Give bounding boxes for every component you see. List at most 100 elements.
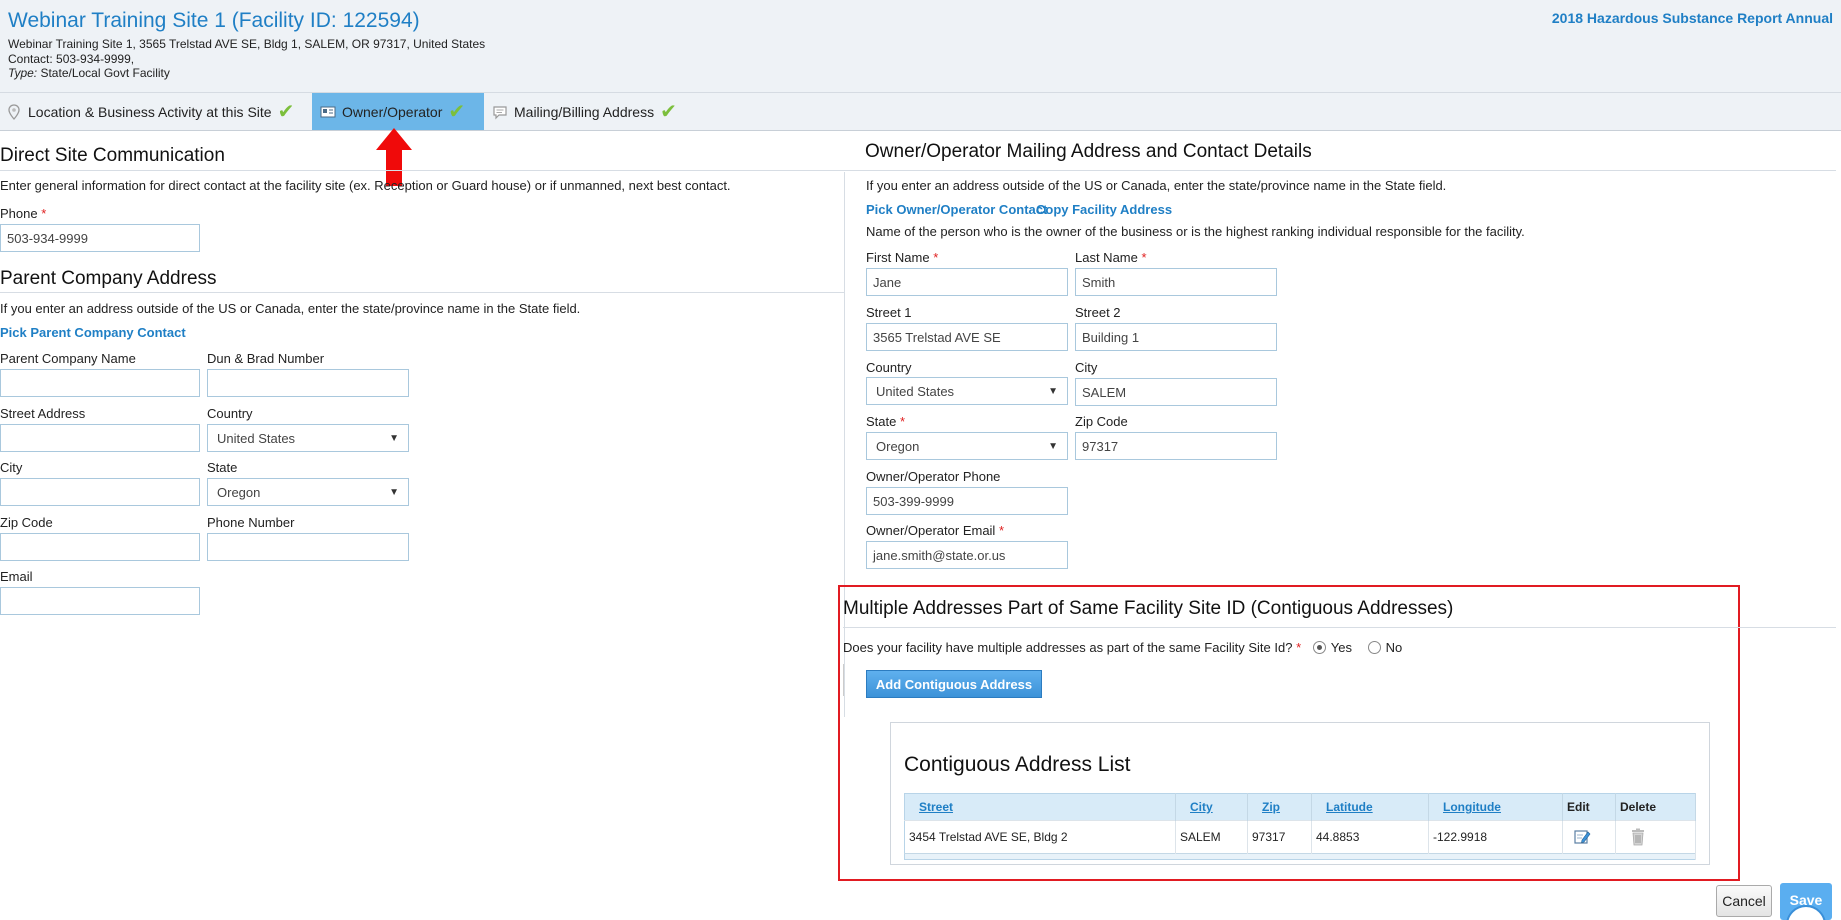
yes-radio[interactable] [1312, 641, 1326, 654]
direct-phone-input[interactable]: 503-934-9999 [0, 224, 200, 252]
no-label: No [1385, 640, 1403, 655]
parent-country-select[interactable]: United States ▼ [207, 424, 409, 452]
facility-title: Webinar Training Site 1 (Facility ID: 12… [8, 9, 420, 32]
check-icon: ✔ [277, 100, 295, 123]
parent-name-input[interactable] [0, 369, 200, 397]
caret-down-icon: ▼ [1048, 385, 1058, 397]
first-name-input[interactable]: Jane [866, 268, 1068, 296]
parent-city-label: City [0, 460, 23, 475]
owner-zip-input[interactable]: 97317 [1075, 432, 1277, 460]
cell-street: 3454 Trelstad AVE SE, Bldg 2 [904, 820, 1176, 854]
type-line: Type: State/Local Govt Facility [8, 66, 485, 81]
column-edit: Edit [1562, 793, 1616, 821]
street2-label: Street 2 [1075, 305, 1121, 320]
save-label: Save [1789, 891, 1823, 908]
id-card-icon [320, 106, 336, 117]
divider [844, 170, 1836, 171]
direct-site-title: Direct Site Communication [0, 145, 225, 166]
contiguous-list-title: Contiguous Address List [904, 753, 1131, 776]
facility-address: Webinar Training Site 1, 3565 Trelstad A… [8, 37, 485, 81]
copy-facility-address-link[interactable]: Copy Facility Address [1036, 202, 1172, 217]
caret-down-icon: ▼ [1048, 440, 1058, 452]
tab-label: Location & Business Activity at this Sit… [28, 103, 272, 120]
direct-site-note: Enter general information for direct con… [0, 178, 731, 193]
section-tabs: Location & Business Activity at this Sit… [0, 93, 1841, 131]
parent-state-select[interactable]: Oregon ▼ [207, 478, 409, 506]
pick-owner-contact-link[interactable]: Pick Owner/Operator Contact [866, 202, 1047, 217]
first-name-label: First Name * [866, 250, 939, 265]
cell-edit [1562, 820, 1616, 854]
owner-zip-label: Zip Code [1075, 414, 1128, 429]
parent-country-label: Country [207, 406, 253, 421]
owner-country-select[interactable]: United States ▼ [866, 377, 1068, 405]
selected-value: United States [217, 430, 296, 446]
column-latitude[interactable]: Latitude [1311, 793, 1429, 821]
owner-phone-input[interactable]: 503-399-9999 [866, 487, 1068, 515]
parent-state-label: State [207, 460, 238, 475]
column-street[interactable]: Street [904, 793, 1176, 821]
contiguous-question-row: Does your facility have multiple address… [843, 640, 1403, 655]
owner-city-input[interactable]: SALEM [1075, 378, 1277, 406]
edit-icon[interactable] [1573, 828, 1591, 846]
column-longitude[interactable]: Longitude [1428, 793, 1563, 821]
parent-email-label: Email [0, 569, 33, 584]
street-address-label: Street Address [0, 406, 86, 421]
street1-input[interactable]: 3565 Trelstad AVE SE [866, 323, 1068, 351]
dun-input[interactable] [207, 369, 409, 397]
type-value: State/Local Govt Facility [40, 66, 170, 80]
tab-mailing-billing[interactable]: Mailing/Billing Address ✔ [492, 93, 677, 130]
selected-value: Oregon [876, 438, 920, 454]
facility-header: Webinar Training Site 1 (Facility ID: 12… [0, 0, 1841, 93]
parent-zip-input[interactable] [0, 533, 200, 561]
column-zip[interactable]: Zip [1247, 793, 1312, 821]
parent-city-input[interactable] [0, 478, 200, 506]
divider [0, 292, 844, 293]
cancel-button[interactable]: Cancel [1716, 885, 1772, 917]
owner-phone-label: Owner/Operator Phone [866, 469, 1001, 484]
yes-label: Yes [1330, 640, 1352, 655]
type-label: Type: [8, 66, 38, 80]
owner-country-label: Country [866, 360, 912, 375]
tab-location-business[interactable]: Location & Business Activity at this Sit… [6, 93, 294, 130]
parent-company-title: Parent Company Address [0, 268, 217, 289]
address-line: Webinar Training Site 1, 3565 Trelstad A… [8, 37, 486, 51]
parent-email-input[interactable] [0, 587, 200, 615]
divider [843, 627, 1836, 628]
parent-phone-input[interactable] [207, 533, 409, 561]
column-delete: Delete [1615, 793, 1696, 821]
table-footer [904, 853, 1696, 860]
parent-phone-label: Phone Number [207, 515, 295, 530]
table-row: 3454 Trelstad AVE SE, Bldg 2 SALEM 97317… [904, 820, 1696, 854]
selected-value: United States [876, 383, 955, 399]
pick-parent-contact-link[interactable]: Pick Parent Company Contact [0, 325, 186, 340]
save-button[interactable]: Save [1780, 883, 1832, 920]
owner-title: Owner/Operator Mailing Address and Conta… [865, 141, 1312, 162]
tab-label: Owner/Operator [342, 103, 443, 120]
check-icon: ✔ [660, 100, 677, 123]
contiguous-title: Multiple Addresses Part of Same Facility… [843, 598, 1454, 619]
dun-label: Dun & Brad Number [207, 351, 325, 366]
owner-email-label: Owner/Operator Email * [866, 523, 1005, 538]
last-name-input[interactable]: Smith [1075, 268, 1277, 296]
add-contiguous-address-button[interactable]: Add Contiguous Address [866, 670, 1042, 698]
owner-note: If you enter an address outside of the U… [866, 178, 1447, 193]
parent-name-label: Parent Company Name [0, 351, 136, 366]
cell-city: SALEM [1175, 820, 1248, 854]
parent-note: If you enter an address outside of the U… [0, 301, 581, 316]
no-radio[interactable] [1367, 641, 1381, 654]
street2-input[interactable]: Building 1 [1075, 323, 1277, 351]
chat-bubble-icon [493, 105, 507, 119]
owner-description: Name of the person who is the owner of t… [866, 224, 1525, 239]
location-pin-icon [8, 103, 20, 120]
trash-icon[interactable] [1630, 828, 1646, 846]
cell-latitude: 44.8853 [1311, 820, 1429, 854]
owner-email-input[interactable]: jane.smith@state.or.us [866, 541, 1068, 569]
divider [0, 170, 844, 171]
tab-owner-operator[interactable]: Owner/Operator ✔ [312, 93, 484, 130]
contiguous-address-table: Street City Zip Latitude Longitude Edit … [904, 793, 1696, 860]
street-address-input[interactable] [0, 424, 200, 452]
owner-state-select[interactable]: Oregon ▼ [866, 432, 1068, 460]
column-city[interactable]: City [1175, 793, 1248, 821]
cell-longitude: -122.9918 [1428, 820, 1563, 854]
owner-city-label: City [1075, 360, 1098, 375]
